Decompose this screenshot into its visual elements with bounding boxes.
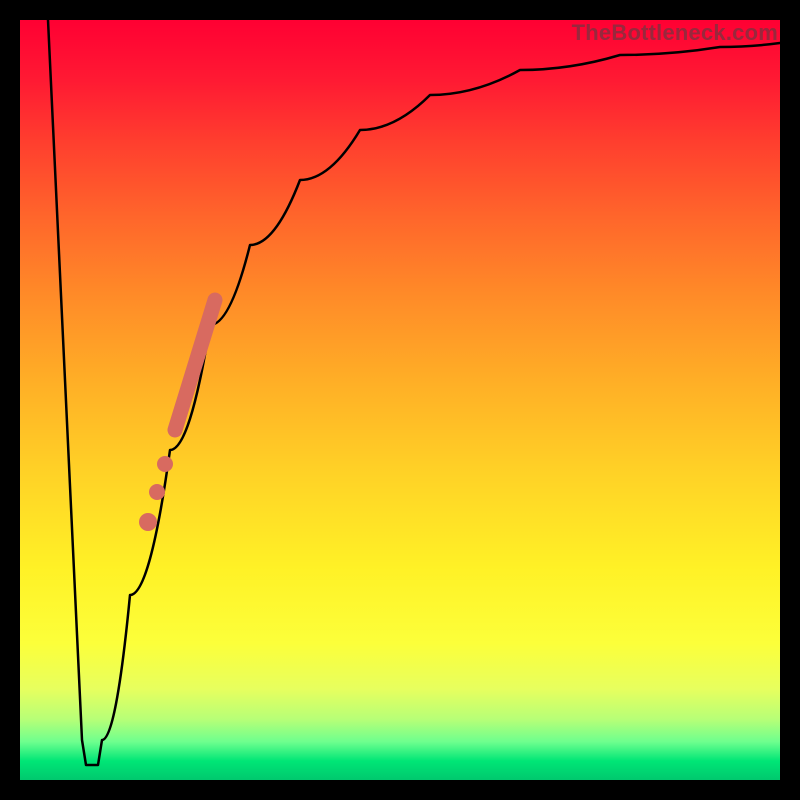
curve-layer	[20, 20, 780, 780]
highlight-dot	[157, 456, 173, 472]
highlight-dots	[139, 456, 173, 531]
highlight-dot	[139, 513, 157, 531]
chart-frame: TheBottleneck.com	[0, 0, 800, 800]
highlight-dot	[149, 484, 165, 500]
highlight-segment	[175, 300, 215, 430]
plot-area: TheBottleneck.com	[20, 20, 780, 780]
bottleneck-curve	[48, 20, 780, 765]
